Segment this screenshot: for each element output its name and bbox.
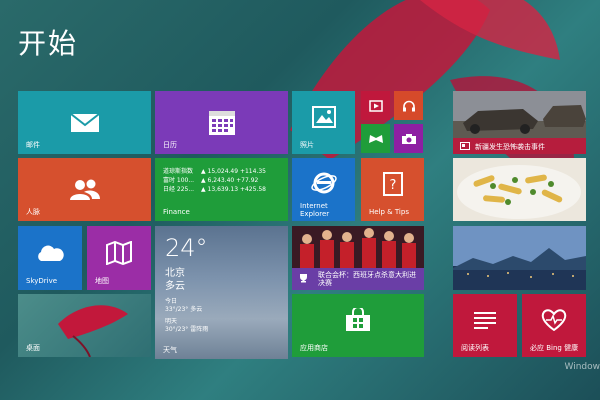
weather-temperature: 24° (165, 234, 208, 262)
help-label: Help & Tips (369, 208, 409, 216)
news-photo (453, 91, 586, 138)
store-icon (346, 308, 370, 332)
finance-row: 道琼斯指数 ▲ 15,024.49 +114.35 (163, 168, 266, 175)
calendar-label: 日历 (163, 141, 177, 149)
maps-tile[interactable]: 地图 (87, 226, 151, 290)
help-icon: ? (382, 172, 403, 197)
video-tile[interactable] (361, 91, 390, 120)
mail-label: 邮件 (26, 141, 40, 149)
camera-icon (401, 133, 416, 144)
weather-today-label: 今日 (165, 298, 178, 305)
news-headline: 新疆发生恐怖袭击事件 (475, 143, 545, 151)
health-icon (541, 309, 567, 332)
weather-tomorrow-label: 明天 (165, 318, 178, 325)
finance-tile[interactable]: 道琼斯指数 ▲ 15,024.49 +114.35 富时 100... ▲ 6,24… (155, 158, 288, 221)
weather-label: 天气 (163, 346, 177, 354)
desktop-tile[interactable]: 桌面 (18, 294, 151, 357)
help-tile[interactable]: ? Help & Tips (361, 158, 424, 221)
svg-text:?: ? (389, 178, 396, 193)
finance-quotes: 道琼斯指数 ▲ 15,024.49 +114.35 富时 100... ▲ 6,24… (163, 167, 266, 194)
finance-row: 日经 225... ▲ 13,639.13 +425.58 (163, 186, 266, 193)
windows-watermark: Window (564, 362, 600, 372)
weather-tomorrow: 30°/23° 雷阵雨 (165, 326, 209, 333)
news-caption: 新疆发生恐怖袭击事件 (453, 138, 586, 154)
photos-tile[interactable]: 照片 (292, 91, 355, 154)
weather-tile[interactable]: 24° 北京 多云 今日 33°/23° 多云 明天 30°/23° 雷阵雨 天… (155, 226, 288, 359)
games-tile[interactable] (361, 124, 390, 153)
news-icon (460, 142, 470, 150)
start-title: 开始 (18, 27, 79, 60)
finance-label: Finance (163, 208, 190, 216)
sports-tile[interactable]: 联合会杯：西班牙点杀意大利进决赛 (292, 226, 424, 290)
store-label: 应用商店 (300, 344, 328, 352)
photos-icon (311, 106, 336, 129)
travel-tile[interactable] (453, 226, 586, 290)
map-icon (106, 240, 132, 265)
video-icon (368, 99, 383, 112)
weather-today: 33°/23° 多云 (165, 306, 203, 313)
calendar-tile[interactable]: 日历 (155, 91, 288, 154)
health-tile[interactable]: 必应 Bing 健康 (522, 294, 586, 357)
mail-tile[interactable]: 邮件 (18, 91, 151, 154)
headphones-icon (402, 100, 415, 111)
weather-condition: 多云 (165, 281, 185, 292)
people-label: 人脉 (26, 208, 40, 216)
calendar-icon (208, 110, 235, 135)
photos-label: 照片 (300, 141, 314, 149)
internet-explorer-icon (310, 172, 337, 194)
reading-label: 阅读列表 (461, 344, 489, 352)
news-tile[interactable]: 新疆发生恐怖袭击事件 (453, 91, 586, 154)
sports-headline: 联合会杯：西班牙点杀意大利进决赛 (318, 271, 416, 287)
skydrive-tile[interactable]: SkyDrive (18, 226, 82, 290)
ie-tile[interactable]: Internet Explorer (292, 158, 355, 221)
cloud-icon (38, 245, 64, 261)
health-label: 必应 Bing 健康 (530, 344, 579, 352)
camera-tile[interactable] (394, 124, 423, 153)
music-tile[interactable] (394, 91, 423, 120)
people-tile[interactable]: 人脉 (18, 158, 151, 221)
finance-row: 富时 100... ▲ 6,243.40 +77.92 (163, 177, 259, 184)
people-icon (69, 179, 100, 200)
food-photo (453, 158, 586, 221)
mail-icon (69, 112, 100, 132)
ie-label: Internet Explorer (300, 202, 330, 218)
gamepad-icon (368, 134, 383, 143)
travel-photo (453, 226, 586, 290)
reading-tile[interactable]: 阅读列表 (453, 294, 517, 357)
skydrive-label: SkyDrive (26, 277, 58, 285)
sports-photo (292, 226, 424, 268)
desktop-label: 桌面 (26, 344, 40, 352)
reading-list-icon (474, 312, 496, 330)
store-tile[interactable]: 应用商店 (292, 294, 424, 357)
maps-label: 地图 (95, 277, 109, 285)
food-tile[interactable] (453, 158, 586, 221)
trophy-icon (300, 274, 307, 283)
